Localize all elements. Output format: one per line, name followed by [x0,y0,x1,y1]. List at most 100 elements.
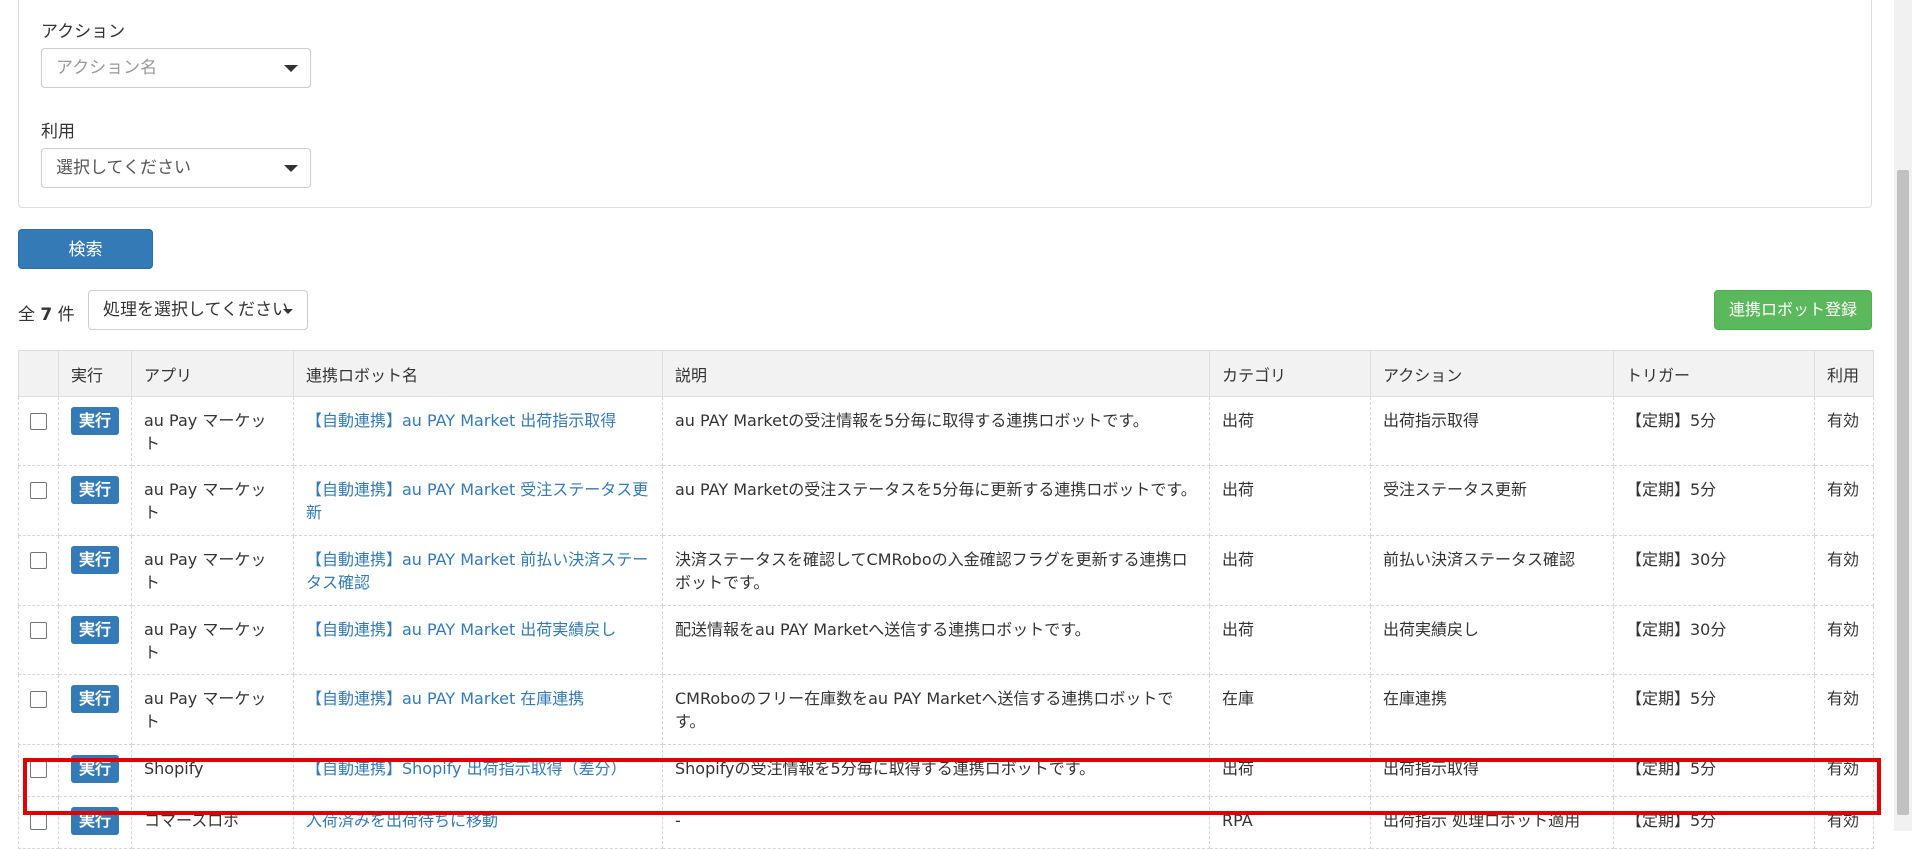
total-suffix: 件 [57,305,75,325]
trigger-cell: 【定期】30分 [1613,605,1815,675]
trigger-cell: 【定期】5分 [1613,796,1815,849]
robot-table: 実行 アプリ 連携ロボット名 説明 カテゴリ アクション トリガー 利用 実行 … [18,350,1874,849]
table-header-row: 実行 アプリ 連携ロボット名 説明 カテゴリ アクション トリガー 利用 [18,350,1874,397]
robot-name-link[interactable]: 【自動連携】au PAY Market 出荷指示取得 [306,411,616,430]
vertical-scrollbar[interactable] [1894,0,1912,831]
trigger-cell: 【定期】30分 [1613,535,1815,606]
search-button[interactable]: 検索 [18,229,153,269]
action-select[interactable]: アクション名 [41,48,311,88]
table-row: 実行 au Pay マーケット 【自動連携】au PAY Market 出荷実績… [18,605,1874,675]
trigger-cell: 【定期】5分 [1613,465,1815,536]
run-button[interactable]: 実行 [71,755,119,783]
table-row: 実行 au Pay マーケット 【自動連携】au PAY Market 在庫連携… [18,674,1874,745]
category-cell: 出荷 [1209,535,1371,606]
caret-down-icon [283,309,293,314]
header-select [18,350,59,397]
category-cell: 出荷 [1209,396,1371,466]
header-run: 実行 [58,350,132,397]
usage-cell: 有効 [1814,465,1874,536]
description-cell: au PAY Marketの受注ステータスを5分毎に更新する連携ロボットです。 [662,465,1210,536]
robot-name-link[interactable]: 【自動連携】au PAY Market 前払い決済ステータス確認 [306,550,648,592]
table-row: 実行 au Pay マーケット 【自動連携】au PAY Market 受注ステ… [18,465,1874,536]
trigger-cell: 【定期】5分 [1613,396,1815,466]
table-row: 実行 コマースロボ 入荷済みを出荷待ちに移動 - RPA 出荷指示 処理ロボット… [18,796,1874,849]
run-button[interactable]: 実行 [71,616,119,644]
register-robot-button[interactable]: 連携ロボット登録 [1714,290,1872,330]
app-cell: Shopify [131,744,294,797]
robot-name-link[interactable]: 【自動連携】au PAY Market 在庫連携 [306,689,584,708]
chevron-down-icon [284,65,298,72]
chevron-down-icon [284,165,298,172]
category-cell: 在庫 [1209,674,1371,745]
description-cell: 決済ステータスを確認してCMRoboの入金確認フラグを更新する連携ロボットです。 [662,535,1210,606]
description-cell: au PAY Marketの受注情報を5分毎に取得する連携ロボットです。 [662,396,1210,466]
table-row: 実行 au Pay マーケット 【自動連携】au PAY Market 出荷指示… [18,396,1874,466]
header-action: アクション [1370,350,1614,397]
row-checkbox[interactable] [30,761,47,778]
action-cell: 出荷指示取得 [1370,396,1614,466]
run-button[interactable]: 実行 [71,407,119,435]
row-checkbox[interactable] [30,413,47,430]
description-cell: 配送情報をau PAY Marketへ送信する連携ロボットです。 [662,605,1210,675]
usage-select[interactable]: 選択してください [41,148,311,188]
table-row: 実行 au Pay マーケット 【自動連携】au PAY Market 前払い決… [18,535,1874,606]
bulk-action-label: 処理を選択してください [103,300,289,320]
usage-select-value: 選択してください [56,158,191,178]
total-count-value: 7 [40,305,53,325]
category-cell: RPA [1209,796,1371,849]
category-cell: 出荷 [1209,744,1371,797]
category-cell: 出荷 [1209,605,1371,675]
total-count: 全 7 件 [18,300,75,325]
table-row: 実行 Shopify 【自動連携】Shopify 出荷指示取得（差分） Shop… [18,744,1874,797]
total-prefix: 全 [18,305,35,325]
header-description: 説明 [662,350,1210,397]
usage-cell: 有効 [1814,605,1874,675]
robot-name-link[interactable]: 入荷済みを出荷待ちに移動 [306,811,498,830]
usage-cell: 有効 [1814,796,1874,849]
run-button[interactable]: 実行 [71,476,119,504]
app-cell: au Pay マーケット [131,535,294,606]
row-checkbox[interactable] [30,622,47,639]
row-checkbox[interactable] [30,691,47,708]
action-select-value: アクション名 [56,58,158,78]
row-checkbox[interactable] [30,813,47,830]
usage-cell: 有効 [1814,674,1874,745]
action-cell: 出荷指示取得 [1370,744,1614,797]
robot-name-link[interactable]: 【自動連携】au PAY Market 受注ステータス更新 [306,480,648,522]
filter-panel: アクション アクション名 利用 選択してください [18,0,1872,208]
header-trigger: トリガー [1613,350,1815,397]
app-cell: コマースロボ [131,796,294,849]
trigger-cell: 【定期】5分 [1613,744,1815,797]
usage-cell: 有効 [1814,535,1874,606]
action-cell: 出荷指示 処理ロボット適用 [1370,796,1614,849]
action-filter-label: アクション [41,22,126,42]
app-cell: au Pay マーケット [131,465,294,536]
scrollbar-thumb[interactable] [1897,170,1909,815]
robot-name-link[interactable]: 【自動連携】Shopify 出荷指示取得（差分） [306,759,627,778]
usage-cell: 有効 [1814,744,1874,797]
header-app: アプリ [131,350,294,397]
trigger-cell: 【定期】5分 [1613,674,1815,745]
row-checkbox[interactable] [30,482,47,499]
action-cell: 受注ステータス更新 [1370,465,1614,536]
description-cell: - [662,796,1210,849]
usage-filter-label: 利用 [41,122,75,142]
header-category: カテゴリ [1209,350,1371,397]
app-cell: au Pay マーケット [131,605,294,675]
run-button[interactable]: 実行 [71,685,119,713]
action-cell: 出荷実績戻し [1370,605,1614,675]
action-cell: 前払い決済ステータス確認 [1370,535,1614,606]
description-cell: Shopifyの受注情報を5分毎に取得する連携ロボットです。 [662,744,1210,797]
row-checkbox[interactable] [30,552,47,569]
header-usage: 利用 [1814,350,1874,397]
robot-name-link[interactable]: 【自動連携】au PAY Market 出荷実績戻し [306,620,616,639]
description-cell: CMRoboのフリー在庫数をau PAY Marketへ送信する連携ロボットです… [662,674,1210,745]
bulk-action-dropdown[interactable]: 処理を選択してください [88,290,308,330]
header-robot-name: 連携ロボット名 [293,350,663,397]
app-cell: au Pay マーケット [131,674,294,745]
action-cell: 在庫連携 [1370,674,1614,745]
category-cell: 出荷 [1209,465,1371,536]
run-button[interactable]: 実行 [71,546,119,574]
app-cell: au Pay マーケット [131,396,294,466]
usage-cell: 有効 [1814,396,1874,466]
